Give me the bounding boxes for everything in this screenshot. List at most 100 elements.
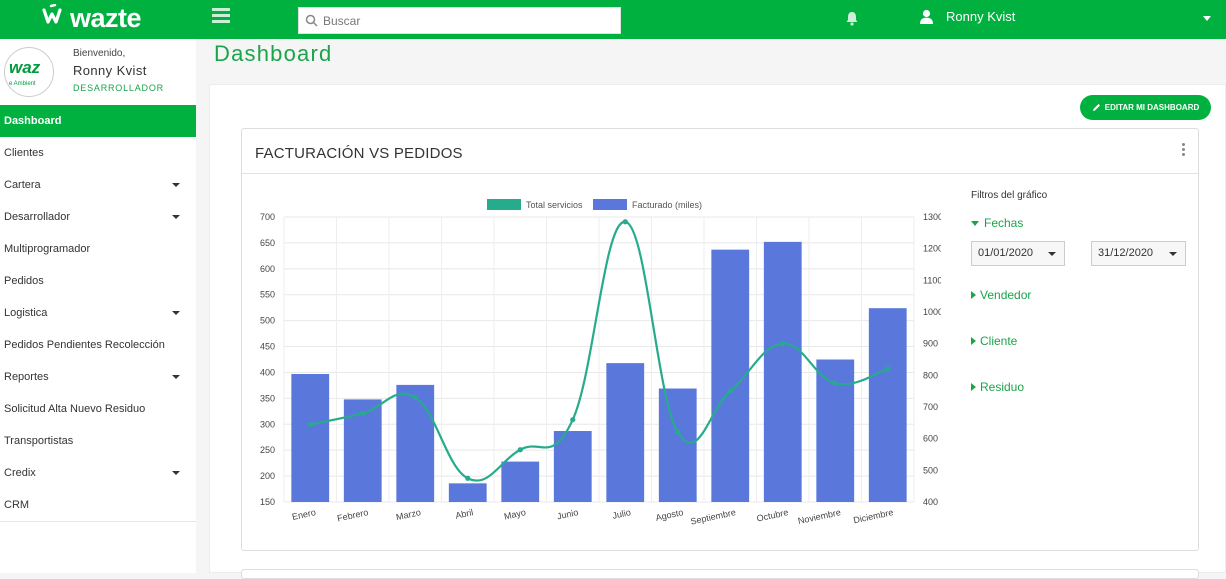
y-right-tick-label: 1100 bbox=[923, 275, 941, 285]
second-card bbox=[241, 569, 1199, 579]
sidebar-item-label: Reportes bbox=[4, 371, 49, 383]
header-user-name[interactable]: Ronny Kvist bbox=[946, 9, 1015, 24]
x-tick-label: Noviembre bbox=[797, 507, 842, 526]
date-from-select[interactable]: 01/01/2020 bbox=[971, 241, 1065, 266]
y-right-tick-label: 1000 bbox=[923, 307, 941, 317]
filter-cliente-label: Cliente bbox=[980, 334, 1018, 348]
sidebar-divider bbox=[0, 521, 196, 522]
legend-swatch-total-servicios bbox=[487, 199, 521, 210]
hamburger-menu-icon[interactable] bbox=[212, 8, 230, 26]
user-menu-chevron-down-icon[interactable] bbox=[1203, 16, 1211, 21]
sidebar-item-transportistas[interactable]: Transportistas bbox=[0, 425, 196, 457]
caret-right-icon bbox=[971, 291, 976, 299]
search-box[interactable] bbox=[298, 7, 621, 34]
filter-residuo[interactable]: Residuo bbox=[971, 380, 1024, 394]
x-tick-label: Abril bbox=[454, 507, 474, 521]
filter-vendedor[interactable]: Vendedor bbox=[971, 288, 1031, 302]
combo-chart: 150 200 250 300 350 400 450 500 550 600 650 700 400 5… bbox=[260, 199, 941, 527]
notifications-bell-icon[interactable] bbox=[845, 11, 859, 31]
y-left-tick-label: 350 bbox=[260, 393, 275, 403]
sidebar-item-label: Multiprogramador bbox=[4, 243, 91, 255]
sidebar-item-label: Cartera bbox=[4, 179, 41, 191]
filters-title: Filtros del gráfico bbox=[971, 190, 1048, 201]
point-noviembre bbox=[832, 380, 838, 386]
sidebar-item-credix[interactable]: Credix bbox=[0, 457, 196, 489]
sidebar-item-solicitud-alta-nuevo-residuo[interactable]: Solicitud Alta Nuevo Residuo bbox=[0, 393, 196, 425]
y-left-tick-label: 650 bbox=[260, 238, 275, 248]
user-icon[interactable] bbox=[919, 9, 934, 30]
point-julio bbox=[622, 219, 628, 225]
sidebar-item-reportes[interactable]: Reportes bbox=[0, 361, 196, 393]
pencil-icon bbox=[1092, 104, 1100, 111]
edit-dashboard-button[interactable]: EDITAR MI DASHBOARD bbox=[1080, 95, 1211, 120]
x-tick-label: Diciembre bbox=[852, 507, 894, 525]
profile-panel: waz e Ambient Bienvenido, Ronny Kvist DE… bbox=[0, 39, 196, 105]
point-septiembre bbox=[727, 388, 733, 394]
logo-text: wazte bbox=[70, 2, 142, 33]
sidebar-item-label: Credix bbox=[4, 467, 36, 479]
profile-name: Ronny Kvist bbox=[73, 63, 147, 78]
sidebar-item-multiprogramador[interactable]: Multiprogramador bbox=[0, 233, 196, 265]
avatar-logo-text: waz bbox=[9, 58, 41, 77]
y-left-tick-label: 250 bbox=[260, 445, 275, 455]
sidebar-nav: Dashboard Clientes Cartera Desarrollador Mul… bbox=[0, 105, 196, 521]
x-tick-label: Agosto bbox=[655, 507, 684, 523]
x-tick-label: Julio bbox=[611, 507, 631, 521]
sidebar-item-label: Logistica bbox=[4, 307, 48, 319]
filter-residuo-label: Residuo bbox=[980, 380, 1025, 394]
chevron-down-icon bbox=[172, 311, 180, 315]
date-from-value: 01/01/2020 bbox=[978, 247, 1034, 259]
point-abril bbox=[465, 475, 471, 481]
sidebar-item-logistica[interactable]: Logistica bbox=[0, 297, 196, 329]
profile-role: DESARROLLADOR bbox=[73, 83, 164, 93]
point-agosto bbox=[675, 429, 681, 435]
bar-agosto bbox=[658, 388, 697, 502]
sidebar-item-label: Clientes bbox=[4, 147, 44, 159]
y-right-tick-label: 700 bbox=[923, 402, 938, 412]
bar-marzo bbox=[396, 384, 435, 502]
page-title: Dashboard bbox=[214, 41, 333, 66]
app-logo[interactable]: wazte bbox=[42, 2, 142, 34]
chevron-down-icon bbox=[172, 215, 180, 219]
point-febrero bbox=[360, 410, 366, 416]
bar-octubre bbox=[763, 241, 802, 502]
sidebar-item-dashboard[interactable]: Dashboard bbox=[0, 105, 196, 137]
point-octubre bbox=[780, 341, 786, 347]
caret-down-icon bbox=[971, 220, 979, 226]
filter-cliente[interactable]: Cliente bbox=[971, 334, 1017, 348]
sidebar-item-label: Pedidos Pendientes Recolección bbox=[4, 339, 165, 351]
avatar-logo-subtext: e Ambient bbox=[9, 81, 36, 87]
sidebar-item-clientes[interactable]: Clientes bbox=[0, 137, 196, 169]
sidebar-item-desarrollador[interactable]: Desarrollador bbox=[0, 201, 196, 233]
bar-abril bbox=[448, 483, 487, 502]
y-left-tick-label: 150 bbox=[260, 497, 275, 507]
edit-dashboard-label: EDITAR MI DASHBOARD bbox=[1104, 103, 1200, 112]
bar-enero bbox=[291, 374, 330, 502]
search-input[interactable] bbox=[323, 11, 613, 31]
chevron-down-icon bbox=[1048, 252, 1056, 256]
filter-fechas[interactable]: Fechas bbox=[971, 216, 1023, 230]
bar-mayo bbox=[501, 461, 540, 502]
x-tick-label: Septiembre bbox=[690, 507, 737, 526]
y-left-tick-label: 500 bbox=[260, 316, 275, 326]
x-tick-label: Octubre bbox=[756, 507, 789, 523]
filter-fechas-label: Fechas bbox=[984, 216, 1024, 230]
y-right-tick-label: 500 bbox=[923, 465, 938, 475]
sidebar-item-label: CRM bbox=[4, 499, 30, 511]
y-right-tick-label: 1200 bbox=[923, 244, 941, 254]
welcome-text: Bienvenido, bbox=[73, 48, 126, 59]
y-left-tick-label: 300 bbox=[260, 419, 275, 429]
sidebar-item-label: Pedidos bbox=[4, 275, 44, 287]
avatar: waz e Ambient bbox=[4, 47, 54, 97]
chevron-down-icon bbox=[172, 183, 180, 187]
sidebar-item-pedidos-pendientes-recolecci-n[interactable]: Pedidos Pendientes Recolección bbox=[0, 329, 196, 361]
sidebar-item-pedidos[interactable]: Pedidos bbox=[0, 265, 196, 297]
card-more-options-icon[interactable] bbox=[1182, 143, 1186, 158]
date-to-select[interactable]: 31/12/2020 bbox=[1091, 241, 1186, 266]
chart-filters: Filtros del gráfico Fechas 01/01/2020 31… bbox=[971, 190, 1191, 394]
legend-label-facturado: Facturado (miles) bbox=[632, 200, 702, 210]
card-header: FACTURACIÓN VS PEDIDOS bbox=[242, 129, 1198, 174]
sidebar-item-crm[interactable]: CRM bbox=[0, 489, 196, 521]
sidebar-item-cartera[interactable]: Cartera bbox=[0, 169, 196, 201]
y-left-tick-label: 400 bbox=[260, 367, 275, 377]
